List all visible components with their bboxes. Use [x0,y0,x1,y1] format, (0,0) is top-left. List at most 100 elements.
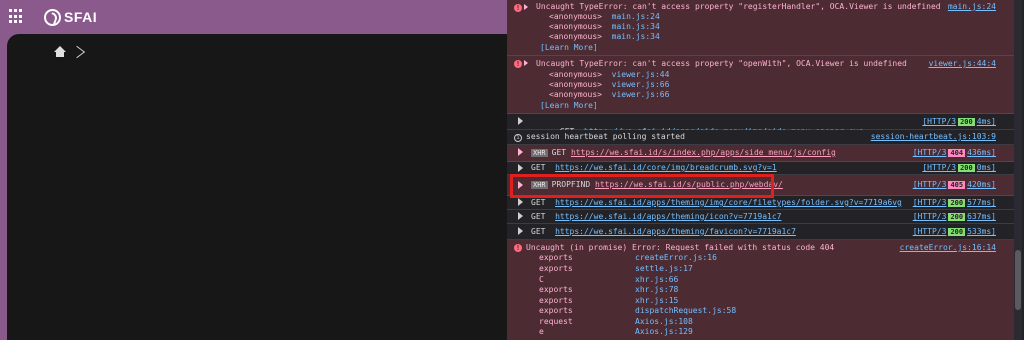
info-source-link[interactable]: session-heartbeat.js:103:9 [871,132,996,142]
stack-file-link[interactable]: dispatchRequest.js:58 [635,306,736,316]
console-info-message[interactable]: i session heartbeat polling started sess… [507,130,1014,145]
error-icon: ! [514,4,522,12]
console-error-message[interactable]: ! Uncaught (in promise) Error: Request f… [507,240,1014,340]
stack-frame: <anonymous> main.js:24 [549,12,660,21]
console-scrollbar[interactable] [1014,0,1022,340]
request-url: https://we.sfai.id/s/public.php/webdav/ [595,180,783,189]
request-method: GET [531,163,546,172]
stack-file-link[interactable]: createError.js:16 [635,253,717,263]
request-line: GET https://we.sfai.id/apps/theming/icon… [531,212,781,222]
network-request-row[interactable]: GET https://we.sfai.id/core/img/breadcru… [507,162,1014,175]
expand-triangle-icon[interactable] [518,117,523,125]
stack-frame: <anonymous> viewer.js:44 [549,70,670,79]
breadcrumb [54,44,82,60]
stack-frame: <anonymous> main.js:34 [549,22,660,31]
stack-function: C [539,275,544,284]
expand-triangle-icon[interactable] [518,227,523,235]
error-source-link[interactable]: createError.js:16:14 [900,243,996,253]
app-logo[interactable]: SFAI [44,7,97,27]
status-badge: 404 [948,149,966,157]
network-request-row[interactable]: GET https://we.sfai.id/apps/theming/img/… [507,196,1014,210]
request-status: [HTTP/3 200 533ms] [912,227,996,236]
stack-frame: <anonymous> viewer.js:66 [549,90,670,99]
error-source-link[interactable]: main.js:24 [948,2,996,12]
request-url: https://we.sfai.id/apps/theming/img/core… [555,198,902,207]
request-url: https://we.sfai.id/apps/theming/icon?v=7… [555,212,782,221]
network-request-row[interactable]: XHR GET https://we.sfai.id/s/index.php/ap… [507,145,1014,162]
request-url: https://we.sfai.id/apps/theming/favicon?… [555,227,796,236]
request-status: [HTTP/3 200 577ms] [912,198,996,207]
expand-triangle-icon[interactable] [518,212,523,220]
request-url: https://we.sfai.id/s/index.php/apps/side… [570,148,836,157]
console-error-message[interactable]: ! Uncaught TypeError: can't access prope… [507,0,1014,56]
request-status: [HTTP/3 405 420ms] [912,180,996,189]
learn-more-link[interactable]: [Learn More] [540,43,598,53]
request-line: XHR PROPFIND https://we.sfai.id/s/public.… [531,180,783,190]
request-url: https://we.sfai.id/core/img/breadcrumb.s… [555,163,777,172]
status-badge: 200 [958,164,975,172]
request-method: GET [551,148,567,157]
stack-file-link[interactable]: xhr.js:15 [635,296,678,306]
chevron-right-icon [74,44,82,60]
request-status: [HTTP/3 200 0ms] [922,163,996,172]
status-badge: 200 [948,213,966,221]
stack-function: exports [539,264,573,273]
network-request-row[interactable]: GET https://we.sfai.id/apps/theming/favi… [507,224,1014,240]
devtools-console: ! Uncaught TypeError: can't access prope… [507,0,1024,340]
scrollbar-thumb[interactable] [1015,250,1021,310]
status-badge: 200 [958,118,975,126]
info-icon: i [514,134,522,142]
stack-function: request [539,317,573,326]
error-text: Uncaught TypeError: can't access propert… [536,2,941,11]
app-header: SFAI [0,0,507,34]
logo-text: SFAI [64,9,98,25]
expand-triangle-icon[interactable] [518,198,523,206]
request-status: [HTTP/3 404 436ms] [912,148,996,157]
stack-function: exports [539,285,573,294]
expand-triangle-icon[interactable] [524,60,528,66]
network-request-row[interactable]: GET https://we.sfai.id/apps/side_menu/im… [507,114,1014,136]
main-content [7,34,507,340]
error-source-link[interactable]: viewer.js:44:4 [929,59,996,69]
apps-grid-icon[interactable] [9,9,24,24]
stack-file-link[interactable]: Axios.js:129 [635,327,693,337]
request-line: GET https://we.sfai.id/apps/theming/img/… [531,198,902,208]
info-text: session heartbeat polling started [526,132,685,141]
console-error-message[interactable]: ! Uncaught TypeError: can't access prope… [507,56,1014,114]
expand-triangle-icon[interactable] [518,164,523,172]
status-badge: 200 [948,199,966,207]
stack-function: exports [539,306,573,315]
request-method: GET [531,227,546,236]
expand-triangle-icon[interactable] [518,148,523,156]
request-line: XHR GET https://we.sfai.id/s/index.php/ap… [531,148,836,158]
stack-frame: <anonymous> viewer.js:66 [549,80,670,89]
request-status: [HTTP/3 200 4ms] [922,117,996,126]
request-method: PROPFIND [551,180,591,189]
error-text: Uncaught TypeError: can't access propert… [536,59,907,68]
stack-function: exports [539,253,573,262]
expand-triangle-icon[interactable] [518,181,523,189]
status-badge: 405 [948,181,966,189]
stack-file-link[interactable]: xhr.js:66 [635,275,678,285]
learn-more-link[interactable]: [Learn More] [540,101,598,111]
request-line: GET https://we.sfai.id/core/img/breadcru… [531,163,777,173]
stack-file-link[interactable]: xhr.js:78 [635,285,678,295]
network-request-row[interactable]: XHR PROPFIND https://we.sfai.id/s/public.… [507,175,1014,196]
stack-frame: <anonymous> main.js:34 [549,32,660,41]
request-method: GET [531,212,546,221]
xhr-tag: XHR [531,149,548,157]
request-method: GET [531,198,546,207]
stack-file-link[interactable]: Axios.js:108 [635,317,693,327]
request-line: GET https://we.sfai.id/apps/theming/favi… [531,227,796,237]
stack-function: exports [539,296,573,305]
sfai-logo-icon [44,8,61,26]
xhr-tag: XHR [531,181,548,189]
expand-triangle-icon[interactable] [524,4,528,10]
stack-file-link[interactable]: settle.js:17 [635,264,693,274]
error-text: Uncaught (in promise) Error: Request fai… [526,243,835,252]
stack-function: e [539,327,544,336]
request-status: [HTTP/3 200 637ms] [912,212,996,221]
app-window: SFAI [0,0,507,340]
home-icon[interactable] [54,46,66,58]
network-request-row[interactable]: GET https://we.sfai.id/apps/theming/icon… [507,210,1014,224]
